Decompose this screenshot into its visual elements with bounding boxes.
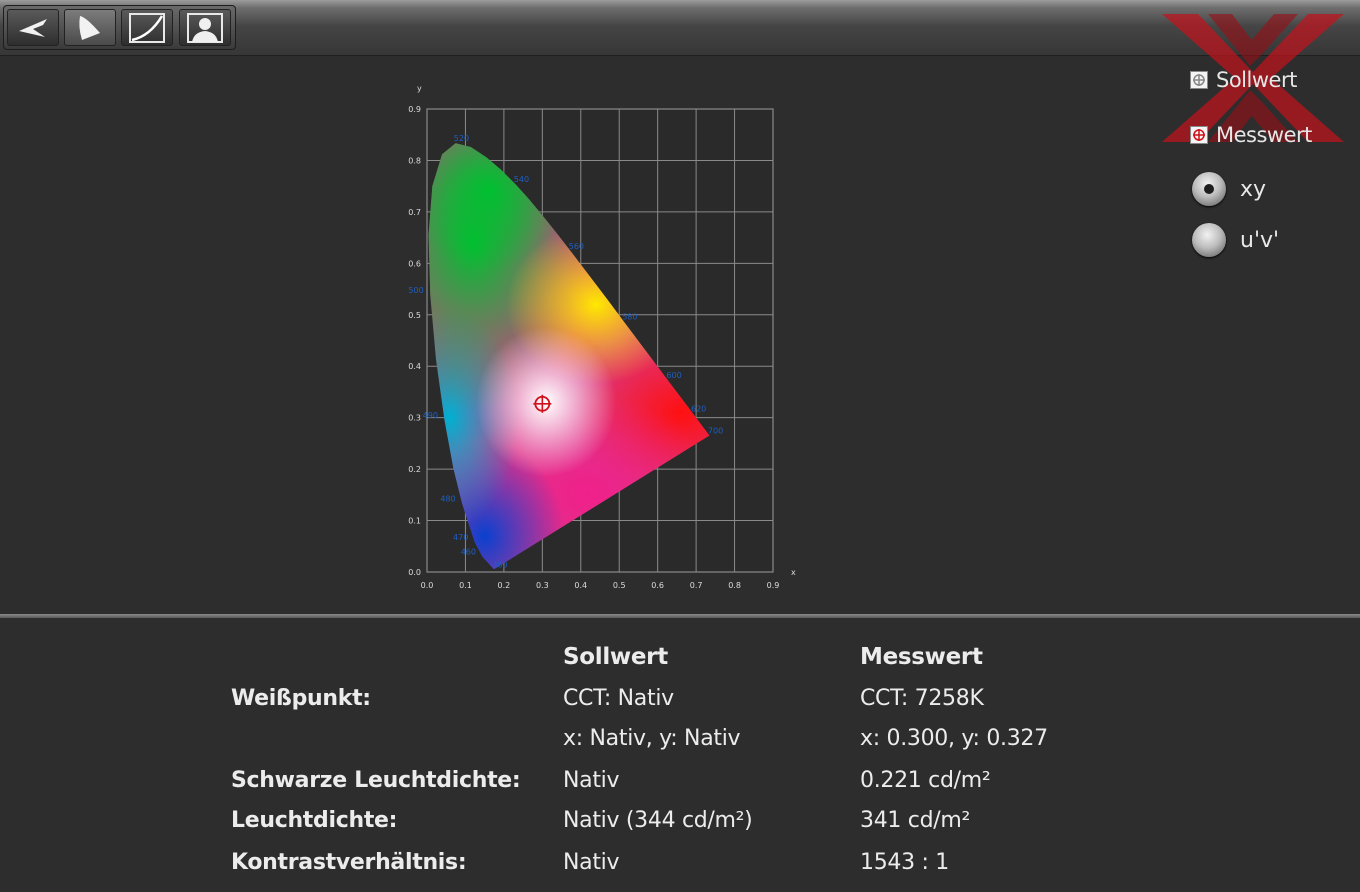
row-label-contrast: Kontrastverhältnis:	[231, 850, 467, 875]
row-label-whitepoint: Weißpunkt:	[231, 686, 371, 711]
col-header-target: Sollwert	[563, 644, 668, 670]
y-tick-label: 0.5	[408, 311, 421, 320]
y-tick-label: 0.2	[408, 465, 421, 474]
wavelength-label: 490	[423, 411, 438, 420]
whitepoint-cct-target: CCT: Nativ	[563, 686, 674, 711]
y-tick-label: 0.4	[408, 362, 421, 371]
x-tick-label: 0.0	[421, 581, 434, 590]
section-divider	[0, 614, 1360, 618]
x-tick-label: 0.6	[651, 581, 664, 590]
x-tick-label: 0.2	[498, 581, 511, 590]
contrast-measured: 1543 : 1	[860, 850, 949, 875]
x-tick-label: 0.4	[574, 581, 587, 590]
y-tick-label: 0.8	[408, 156, 421, 165]
y-tick-label: 0.9	[408, 105, 421, 114]
y-tick-label: 0.6	[408, 259, 421, 268]
black-luminance-measured: 0.221 cd/m²	[860, 768, 991, 793]
row-label-luminance: Leuchtdichte:	[231, 808, 398, 833]
col-header-measured: Messwert	[860, 644, 983, 670]
wavelength-label: 700	[708, 427, 723, 436]
x-tick-label: 0.3	[536, 581, 549, 590]
x-tick-label: 0.5	[613, 581, 626, 590]
row-label-black-luminance: Schwarze Leuchtdichte:	[231, 768, 521, 793]
wavelength-label: 620	[691, 405, 706, 414]
y-tick-label: 0.3	[408, 414, 421, 423]
wavelength-label: 470	[453, 533, 468, 542]
wavelength-label: 380	[492, 560, 507, 569]
x-tick-label: 0.9	[767, 581, 780, 590]
cie-chromaticity-chart: 0.0 0.1 0.2 0.3 0.4 0.5 0.6 0.7 0.8 0.9 0.0 0.1 0.2 0…	[408, 84, 796, 590]
wavelength-label: 460	[461, 548, 476, 557]
luminance-target: Nativ (344 cd/m²)	[563, 808, 753, 833]
whitepoint-cct-measured: CCT: 7258K	[860, 686, 984, 711]
white-region	[476, 327, 617, 478]
wavelength-label: 500	[408, 286, 423, 295]
wavelength-label: 600	[666, 371, 681, 380]
wavelength-label: 480	[440, 495, 455, 504]
whitepoint-xy-measured: x: 0.300, y: 0.327	[860, 726, 1048, 751]
wavelength-label: 540	[514, 175, 529, 184]
y-tick-label: 0.0	[408, 568, 421, 577]
wavelength-label: 560	[569, 242, 584, 251]
whitepoint-xy-target: x: Nativ, y: Nativ	[563, 726, 741, 751]
y-tick-label: 0.7	[408, 208, 421, 217]
luminance-measured: 341 cd/m²	[860, 808, 971, 833]
y-axis-label: y	[417, 84, 422, 93]
x-axis-label: x	[791, 568, 796, 577]
black-luminance-target: Nativ	[563, 768, 620, 793]
contrast-target: Nativ	[563, 850, 620, 875]
wavelength-label: 520	[454, 134, 469, 143]
y-tick-label: 0.1	[408, 517, 421, 526]
x-tick-label: 0.1	[459, 581, 472, 590]
x-tick-label: 0.7	[690, 581, 703, 590]
x-tick-label: 0.8	[728, 581, 741, 590]
wavelength-label: 580	[622, 312, 637, 321]
